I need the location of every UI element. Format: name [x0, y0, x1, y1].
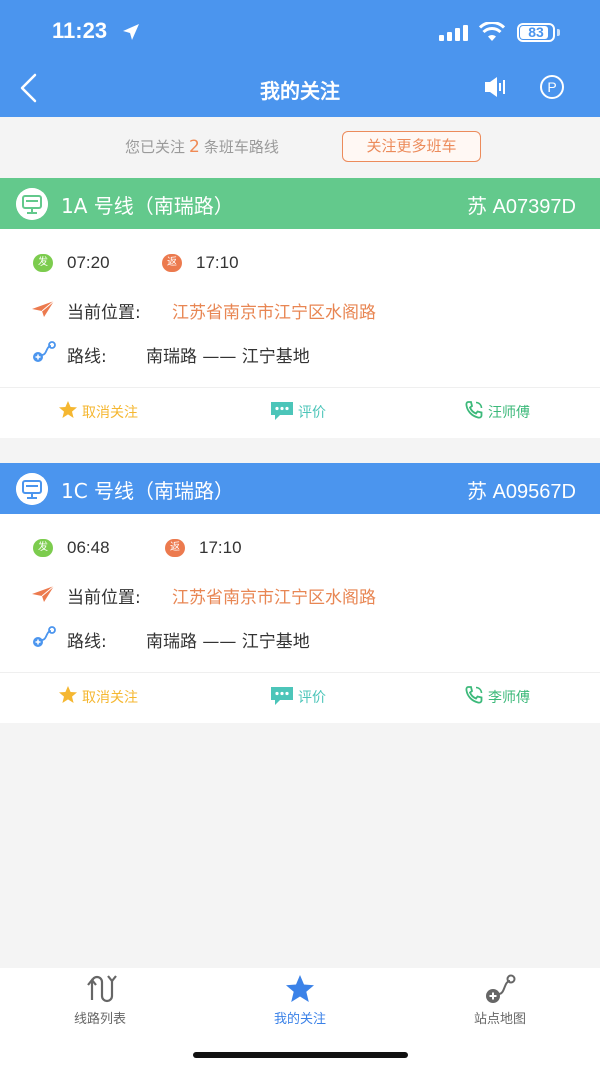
summary-count: 2	[189, 137, 200, 157]
chat-bubble-icon	[271, 687, 293, 705]
location-label: 当前位置:	[67, 588, 141, 608]
route-line-name: 1A 号线（南瑞路）	[61, 194, 234, 218]
page-title: 我的关注	[260, 79, 340, 103]
unfollow-button[interactable]: 取消关注	[59, 686, 138, 707]
location-value: 江苏省南京市江宁区水阁路	[172, 588, 376, 608]
route-card-actions: 取消关注 评价 李师傅	[0, 672, 600, 723]
route-card-body: 发 06:48 返 17:10 当前位置: 江苏省南京市江宁区水阁路 路线: 南…	[0, 514, 600, 672]
return-badge: 返	[165, 539, 185, 557]
call-driver-button[interactable]: 李师傅	[465, 686, 530, 707]
battery-cap	[557, 29, 560, 36]
star-icon	[286, 975, 314, 1002]
review-label: 评价	[298, 690, 326, 706]
tab-label: 站点地图	[473, 1012, 526, 1027]
route-card-body: 发 07:20 返 17:10 当前位置: 江苏省南京市江宁区水阁路 路线: 南…	[0, 229, 600, 387]
route-value: 南瑞路 —— 江宁基地	[146, 347, 310, 367]
summary-text: 您已关注 2 条班车路线	[125, 136, 279, 157]
unfollow-button[interactable]: 取消关注	[59, 401, 138, 422]
route-card-header[interactable]: 1A 号线（南瑞路） 苏 A07397D	[0, 178, 600, 229]
star-icon	[59, 686, 77, 703]
bus-stop-icon	[16, 473, 48, 505]
tab-my-follows[interactable]: 我的关注	[200, 968, 400, 1028]
depart-badge: 发	[33, 254, 53, 272]
follow-summary: 您已关注 2 条班车路线	[0, 117, 600, 177]
route-icon	[33, 341, 56, 362]
summary-suffix: 条班车路线	[203, 138, 279, 156]
wifi-icon	[479, 22, 505, 41]
paper-plane-icon	[32, 300, 55, 317]
battery-icon: 83	[517, 23, 555, 42]
status-bar: 11:23 83	[0, 0, 600, 62]
signal-icon	[439, 25, 468, 41]
route-card[interactable]: 1C 号线（南瑞路） 苏 A09567D 发 06:48 返 17:10 当前位…	[0, 463, 600, 723]
unfollow-label: 取消关注	[82, 405, 138, 421]
station-map-icon	[486, 974, 516, 1003]
license-plate: 苏 A07397D	[467, 196, 576, 218]
route-label: 路线:	[67, 347, 107, 367]
tab-route-list[interactable]: 线路列表	[0, 968, 200, 1028]
license-plate: 苏 A09567D	[467, 481, 576, 503]
route-value: 南瑞路 —— 江宁基地	[146, 632, 310, 652]
app-header: 11:23 83 我的关注 P	[0, 0, 600, 117]
route-line-name: 1C 号线（南瑞路）	[61, 479, 235, 503]
route-list-icon	[87, 975, 117, 1003]
summary-prefix: 您已关注	[125, 138, 186, 156]
call-driver-button[interactable]: 汪师傅	[465, 401, 530, 422]
location-label: 当前位置:	[67, 303, 141, 323]
location-value: 江苏省南京市江宁区水阁路	[172, 303, 376, 323]
location-arrow-icon	[123, 24, 139, 40]
driver-label: 李师傅	[488, 690, 530, 706]
review-label: 评价	[298, 405, 326, 421]
route-card-actions: 取消关注 评价 汪师傅	[0, 387, 600, 438]
star-icon	[59, 401, 77, 418]
phone-icon	[465, 686, 483, 704]
return-time: 17:10	[196, 253, 239, 272]
phone-icon	[465, 401, 483, 419]
speaker-icon[interactable]	[483, 75, 509, 99]
tab-label: 我的关注	[273, 1012, 326, 1027]
route-card-header[interactable]: 1C 号线（南瑞路） 苏 A09567D	[0, 463, 600, 514]
route-icon	[33, 626, 56, 647]
depart-time: 06:48	[67, 538, 110, 557]
follow-more-button[interactable]: 关注更多班车	[342, 131, 481, 162]
status-time: 11:23	[52, 18, 108, 43]
depart-badge: 发	[33, 539, 53, 557]
return-time: 17:10	[199, 538, 242, 557]
driver-label: 汪师傅	[488, 405, 530, 421]
unfollow-label: 取消关注	[82, 690, 138, 706]
battery-level: 83	[528, 24, 544, 40]
route-card[interactable]: 1A 号线（南瑞路） 苏 A07397D 发 07:20 返 17:10 当前位…	[0, 178, 600, 438]
chat-bubble-icon	[271, 402, 293, 420]
route-label: 路线:	[67, 632, 107, 652]
review-button[interactable]: 评价	[271, 687, 326, 707]
tab-label: 线路列表	[73, 1012, 126, 1027]
bus-stop-icon	[16, 188, 48, 220]
tab-station-map[interactable]: 站点地图	[400, 968, 600, 1028]
home-indicator[interactable]	[193, 1052, 408, 1058]
paper-plane-icon	[32, 585, 55, 602]
review-button[interactable]: 评价	[271, 402, 326, 422]
parking-icon[interactable]: P	[540, 75, 564, 99]
return-badge: 返	[162, 254, 182, 272]
depart-time: 07:20	[67, 253, 110, 272]
